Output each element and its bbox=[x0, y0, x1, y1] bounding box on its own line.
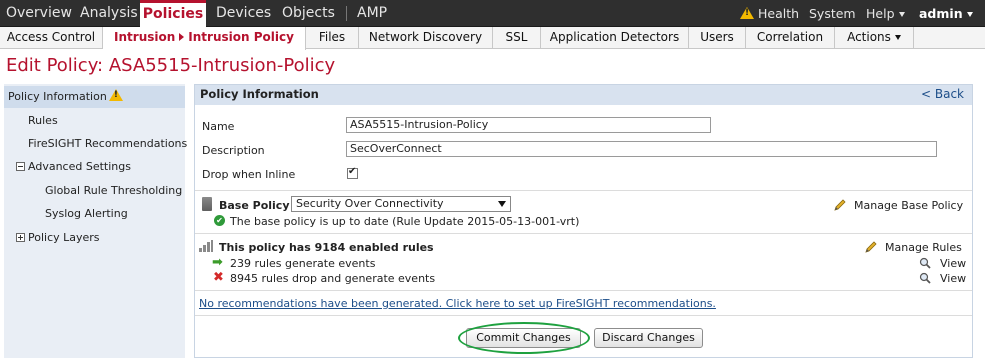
collapse-icon[interactable] bbox=[16, 162, 25, 171]
breadcrumb-arrow-icon bbox=[179, 33, 185, 41]
chevron-down-icon bbox=[898, 12, 905, 17]
panel-header: Policy Information < Back bbox=[195, 85, 972, 105]
tab-correlation[interactable]: Correlation bbox=[746, 27, 835, 49]
divider bbox=[195, 233, 972, 234]
base-policy-label: Base Policy bbox=[219, 199, 290, 212]
nav-analysis[interactable]: Analysis bbox=[80, 0, 138, 27]
sidebar-item-advanced-settings[interactable]: Advanced Settings bbox=[16, 160, 131, 173]
name-field[interactable]: ASA5515-Intrusion-Policy bbox=[346, 117, 711, 133]
arrow-right-icon: ➡ bbox=[212, 255, 223, 270]
nav-amp[interactable]: AMP bbox=[357, 0, 387, 27]
panel-title: Policy Information bbox=[200, 87, 319, 101]
expand-icon[interactable] bbox=[16, 233, 25, 242]
sidebar: Policy Information Rules FireSIGHT Recom… bbox=[4, 84, 187, 358]
divider bbox=[195, 190, 972, 191]
sidebar-item-label: Policy Information bbox=[8, 90, 107, 103]
manage-base-policy-link[interactable]: Manage Base Policy bbox=[854, 199, 963, 212]
sidebar-item-syslog-alerting[interactable]: Syslog Alerting bbox=[45, 207, 128, 220]
manage-rules-link[interactable]: Manage Rules bbox=[885, 241, 962, 254]
view-generate-rules-link[interactable]: View bbox=[940, 257, 966, 270]
tab-intrusion-policy-label: Intrusion Policy bbox=[188, 30, 294, 44]
view-drop-rules-link[interactable]: View bbox=[940, 272, 966, 285]
magnifier-icon bbox=[919, 272, 931, 284]
description-label: Description bbox=[202, 144, 265, 157]
magnifier-icon bbox=[919, 257, 931, 269]
checkmark-icon: ✔ bbox=[214, 215, 225, 226]
page-title: Edit Policy: ASA5515-Intrusion-Policy bbox=[6, 55, 336, 76]
chevron-down-icon bbox=[894, 35, 901, 40]
highlight-circle bbox=[458, 322, 590, 354]
base-policy-select[interactable]: Security Over Connectivity bbox=[291, 196, 511, 212]
sub-navigation: Access Control Intrusion Intrusion Policy… bbox=[0, 27, 985, 50]
divider bbox=[195, 290, 972, 291]
nav-devices[interactable]: Devices bbox=[216, 0, 271, 27]
actions-label: Actions bbox=[847, 30, 891, 44]
base-policy-status: The base policy is up to date (Rule Upda… bbox=[230, 215, 580, 228]
tab-ssl[interactable]: SSL bbox=[493, 27, 541, 49]
policy-document-icon bbox=[202, 197, 212, 211]
sidebar-item-rules[interactable]: Rules bbox=[28, 114, 58, 127]
health-label: Health bbox=[758, 6, 800, 21]
divider bbox=[195, 315, 972, 316]
nav-policies[interactable]: Policies bbox=[140, 0, 206, 28]
tab-application-detectors[interactable]: Application Detectors bbox=[541, 27, 689, 49]
description-field[interactable]: SecOverConnect bbox=[346, 141, 937, 157]
base-policy-value: Security Over Connectivity bbox=[296, 197, 444, 210]
nav-objects[interactable]: Objects bbox=[282, 0, 335, 27]
nav-separator bbox=[346, 6, 347, 21]
rules-summary: This policy has 9184 enabled rules bbox=[219, 241, 434, 254]
nav-overview[interactable]: Overview bbox=[6, 0, 72, 27]
sidebar-item-global-rule-thresholding[interactable]: Global Rule Thresholding bbox=[45, 184, 182, 197]
tab-intrusion-label: Intrusion bbox=[114, 30, 176, 44]
drop-when-inline-checkbox[interactable] bbox=[347, 166, 358, 179]
chevron-down-icon bbox=[966, 12, 973, 17]
tab-access-control[interactable]: Access Control bbox=[0, 27, 103, 49]
dropdown-arrow-icon bbox=[498, 201, 506, 207]
tab-files[interactable]: Files bbox=[306, 27, 359, 49]
user-label: admin bbox=[919, 6, 963, 21]
back-link[interactable]: < Back bbox=[921, 85, 964, 104]
tab-intrusion-policy[interactable]: Intrusion Intrusion Policy bbox=[103, 27, 306, 50]
pencil-icon bbox=[865, 241, 877, 253]
help-label: Help bbox=[866, 6, 895, 21]
actions-menu[interactable]: Actions bbox=[835, 27, 914, 49]
discard-changes-button[interactable]: Discard Changes bbox=[594, 328, 703, 348]
sidebar-item-label: Policy Layers bbox=[28, 231, 100, 244]
system-link[interactable]: System bbox=[809, 0, 856, 27]
name-label: Name bbox=[202, 120, 235, 133]
tab-network-discovery[interactable]: Network Discovery bbox=[359, 27, 493, 49]
firesight-recommendations-link[interactable]: No recommendations have been generated. … bbox=[199, 297, 716, 310]
user-menu[interactable]: admin bbox=[919, 0, 973, 27]
health-link[interactable]: Health bbox=[740, 0, 799, 27]
sidebar-item-policy-layers[interactable]: Policy Layers bbox=[16, 231, 100, 244]
pencil-icon bbox=[834, 199, 846, 211]
top-navigation: Overview Analysis Policies Devices Objec… bbox=[0, 0, 985, 28]
drop-when-inline-label: Drop when Inline bbox=[202, 168, 296, 181]
close-icon: ✖ bbox=[213, 270, 224, 285]
policy-information-panel: Policy Information < Back Name ASA5515-I… bbox=[194, 84, 973, 358]
sidebar-item-label: Advanced Settings bbox=[28, 160, 131, 173]
rules-drop-events: 8945 rules drop and generate events bbox=[230, 272, 436, 285]
tab-users[interactable]: Users bbox=[689, 27, 746, 49]
warning-icon bbox=[108, 89, 123, 101]
rules-generate-events: 239 rules generate events bbox=[230, 257, 376, 270]
help-menu[interactable]: Help bbox=[866, 0, 905, 27]
rules-bar-chart-icon bbox=[199, 240, 213, 252]
warning-icon bbox=[740, 7, 754, 19]
sidebar-item-policy-information[interactable]: Policy Information bbox=[4, 86, 185, 108]
sidebar-item-firesight-recommendations[interactable]: FireSIGHT Recommendations bbox=[28, 137, 187, 150]
